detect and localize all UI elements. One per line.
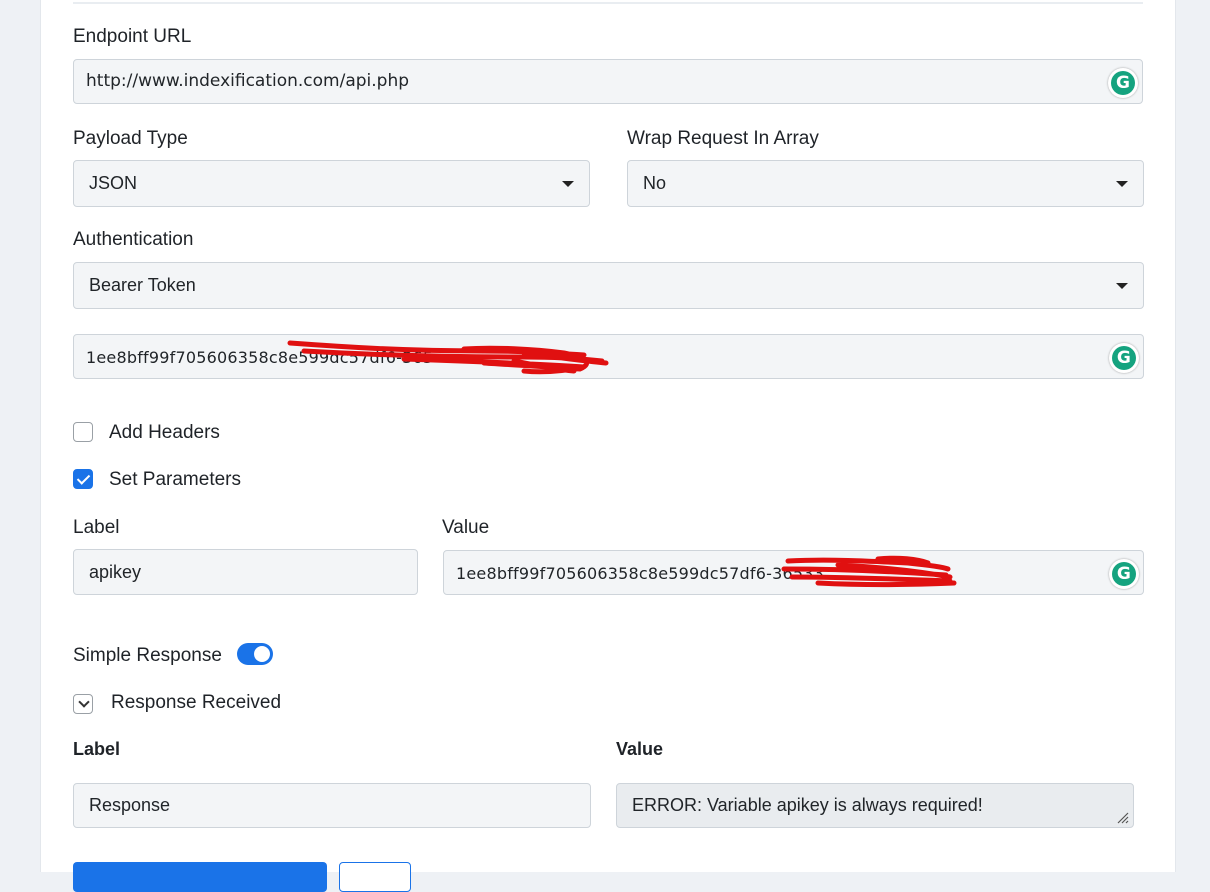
wrap-request-select[interactable]: No bbox=[627, 160, 1144, 207]
wrap-request-value: No bbox=[643, 173, 667, 193]
grammarly-glyph: G bbox=[1112, 346, 1136, 370]
caret-down-icon bbox=[1116, 181, 1128, 187]
response-label-input[interactable]: Response bbox=[73, 783, 591, 828]
parameter-value-header: Value bbox=[442, 517, 490, 538]
redaction-scribble bbox=[287, 340, 609, 375]
response-label-header: Label bbox=[73, 739, 121, 759]
endpoint-url-value: http://www.indexification.com/api.php bbox=[86, 71, 410, 91]
response-value-textarea[interactable]: ERROR: Variable apikey is always require… bbox=[616, 783, 1134, 828]
grammarly-icon[interactable]: G bbox=[1109, 343, 1139, 373]
toggle-knob bbox=[254, 646, 270, 662]
response-value-text: ERROR: Variable apikey is always require… bbox=[632, 795, 983, 815]
payload-type-select[interactable]: JSON bbox=[73, 160, 590, 207]
parameter-label-header: Label bbox=[73, 517, 120, 538]
parameter-value-value: 1ee8bff99f705606358c8e599dc57df6-36533 bbox=[456, 564, 824, 583]
divider bbox=[73, 2, 1143, 4]
response-received-label: Response Received bbox=[111, 692, 282, 713]
set-parameters-label: Set Parameters bbox=[109, 469, 241, 490]
grammarly-glyph: G bbox=[1112, 562, 1136, 586]
secondary-button[interactable] bbox=[339, 862, 411, 892]
simple-response-toggle[interactable] bbox=[237, 643, 273, 665]
add-headers-checkbox[interactable] bbox=[73, 422, 93, 442]
resize-handle-icon[interactable] bbox=[1115, 810, 1129, 824]
settings-panel: Endpoint URL http://www.indexification.c… bbox=[40, 0, 1176, 892]
response-received-collapse-toggle[interactable] bbox=[73, 694, 93, 714]
set-parameters-checkbox[interactable] bbox=[73, 469, 93, 489]
caret-down-icon bbox=[562, 181, 574, 187]
parameter-label-value: apikey bbox=[89, 562, 142, 582]
payload-type-label: Payload Type bbox=[73, 128, 188, 149]
submit-button[interactable] bbox=[73, 862, 327, 892]
redaction-scribble bbox=[781, 555, 957, 587]
authentication-label: Authentication bbox=[73, 229, 194, 250]
bearer-token-input[interactable]: 1ee8bff99f705606358c8e599dc57df6-365 G bbox=[73, 334, 1144, 379]
grammarly-icon[interactable]: G bbox=[1108, 68, 1138, 98]
parameter-value-input[interactable]: 1ee8bff99f705606358c8e599dc57df6-36533 G bbox=[443, 550, 1144, 595]
authentication-select[interactable]: Bearer Token bbox=[73, 262, 1144, 309]
add-headers-label: Add Headers bbox=[109, 422, 220, 443]
simple-response-label: Simple Response bbox=[73, 645, 222, 666]
authentication-value: Bearer Token bbox=[89, 275, 196, 295]
endpoint-url-input[interactable]: http://www.indexification.com/api.php G bbox=[73, 59, 1143, 104]
response-value-header: Value bbox=[616, 739, 664, 759]
payload-type-value: JSON bbox=[89, 173, 138, 193]
response-label-value: Response bbox=[89, 795, 171, 815]
grammarly-glyph: G bbox=[1111, 71, 1135, 95]
endpoint-url-label: Endpoint URL bbox=[73, 26, 192, 47]
caret-down-icon bbox=[1116, 283, 1128, 289]
parameter-label-input[interactable]: apikey bbox=[73, 549, 418, 595]
grammarly-icon[interactable]: G bbox=[1109, 559, 1139, 589]
wrap-request-label: Wrap Request In Array bbox=[627, 128, 819, 149]
